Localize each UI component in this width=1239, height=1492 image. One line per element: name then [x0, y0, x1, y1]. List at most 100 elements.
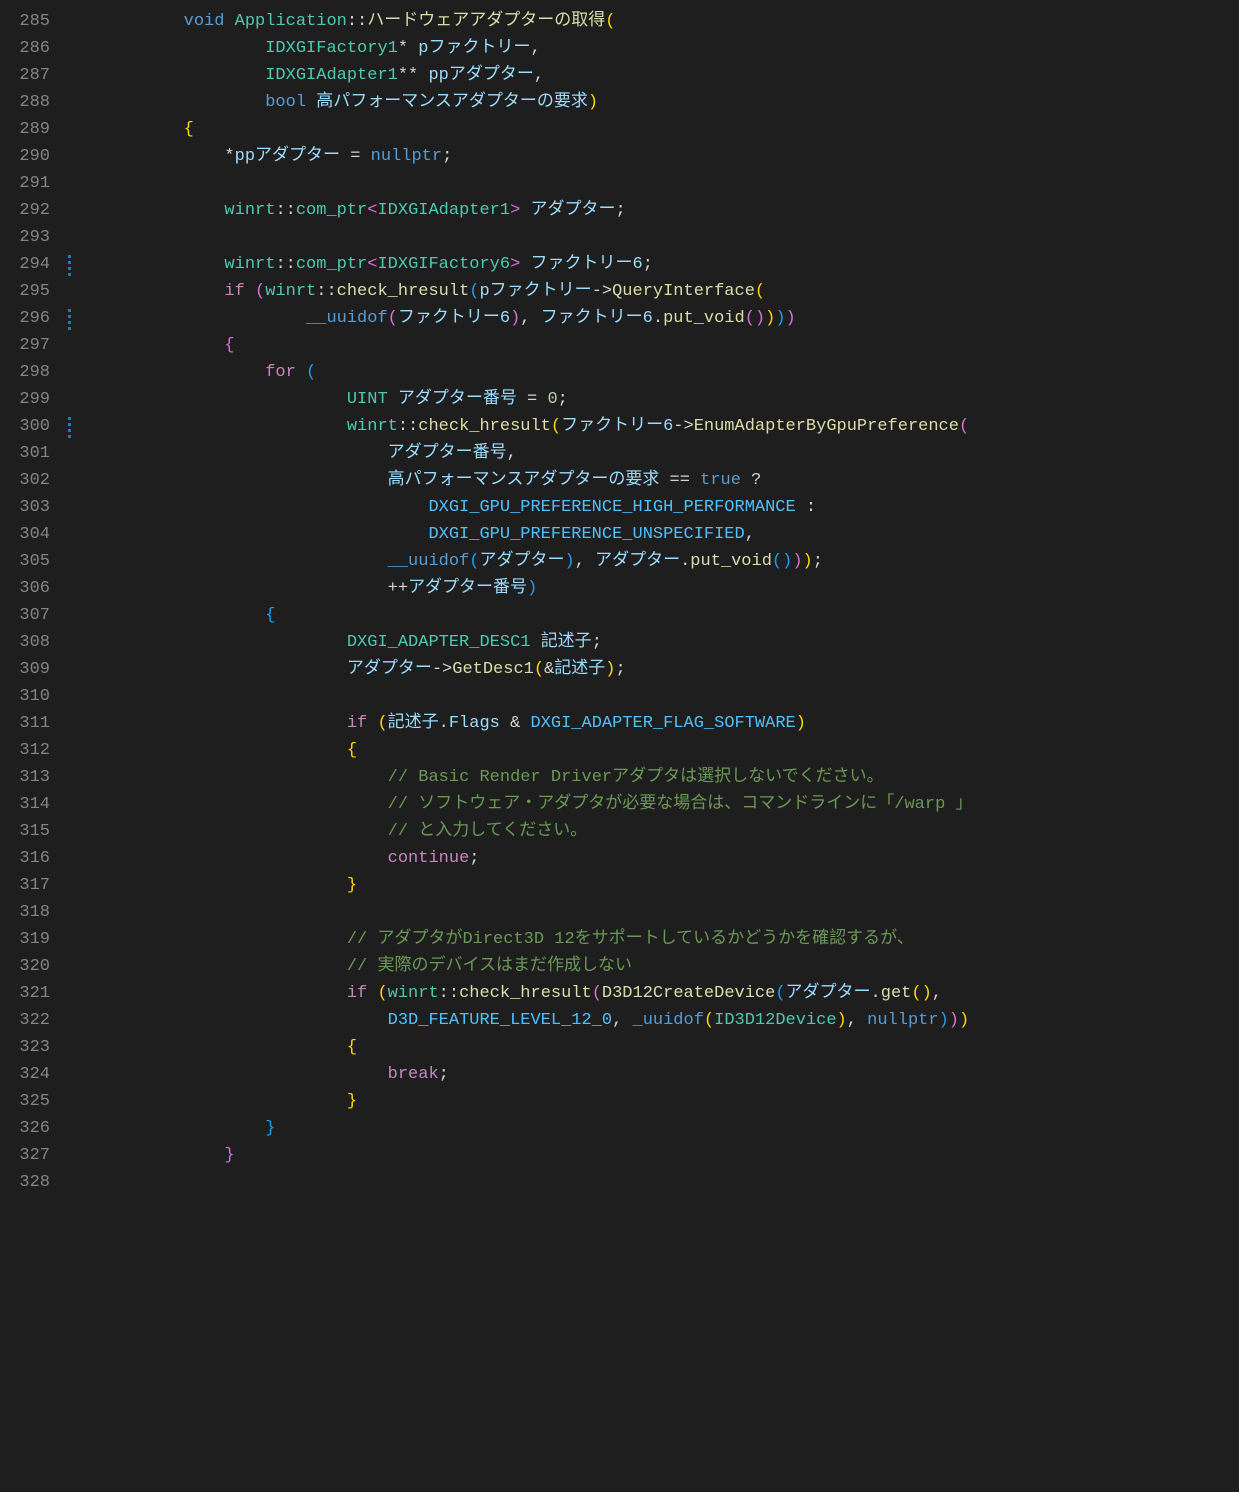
token-ctrl: if	[224, 282, 244, 301]
line-number: 301	[8, 440, 50, 467]
token-var: アダプター	[531, 201, 616, 220]
code-line[interactable]: void Application::ハードウェアアダプターの取得(	[102, 8, 972, 35]
line-number: 322	[8, 1007, 50, 1034]
fold-slot	[74, 224, 92, 251]
fold-slot	[74, 845, 92, 872]
token-op: ,	[530, 39, 540, 58]
code-line[interactable]: {	[102, 1034, 972, 1061]
token-type: IDXGIFactory6	[377, 255, 510, 274]
token-op: ;	[615, 660, 625, 679]
code-line[interactable]	[102, 224, 972, 251]
token-type: winrt	[388, 984, 439, 1003]
token-op: ::	[275, 201, 295, 220]
token-var: ppアダプター	[235, 147, 340, 166]
line-number: 321	[8, 980, 50, 1007]
token-op: ::	[275, 255, 295, 274]
code-line[interactable]: if (記述子.Flags & DXGI_ADAPTER_FLAG_SOFTWA…	[102, 710, 972, 737]
fold-slot	[74, 899, 92, 926]
code-line[interactable]: {	[102, 737, 972, 764]
token-brace1: (	[377, 714, 387, 733]
code-line[interactable]: }	[102, 872, 972, 899]
token-brace2: )	[510, 309, 520, 328]
line-number-gutter: 2852862872882892902912922932942952962972…	[0, 0, 68, 1204]
code-line[interactable]: 高パフォーマンスアダプターの要求 == true ?	[102, 467, 972, 494]
token-brace2: )	[786, 309, 796, 328]
code-line[interactable]: // 実際のデバイスはまだ作成しない	[102, 953, 972, 980]
token-var: Flags	[449, 714, 500, 733]
code-line[interactable]: アダプター->GetDesc1(&記述子);	[102, 656, 972, 683]
token-fn: QueryInterface	[612, 282, 755, 301]
fold-slot	[74, 332, 92, 359]
token-const: DXGI_GPU_PREFERENCE_UNSPECIFIED	[428, 525, 744, 544]
code-line[interactable]: {	[102, 602, 972, 629]
token-op	[530, 633, 540, 652]
code-line[interactable]: {	[102, 332, 972, 359]
code-line[interactable]: winrt::com_ptr<IDXGIFactory6> ファクトリー6;	[102, 251, 972, 278]
line-number: 325	[8, 1088, 50, 1115]
code-line[interactable]: {	[102, 116, 972, 143]
code-line[interactable]	[102, 683, 972, 710]
code-line[interactable]	[102, 170, 972, 197]
code-line[interactable]: DXGI_ADAPTER_DESC1 記述子;	[102, 629, 972, 656]
code-line[interactable]: __uuidof(アダプター), アダプター.put_void()));	[102, 548, 972, 575]
line-number: 309	[8, 656, 50, 683]
token-op	[367, 984, 377, 1003]
code-line[interactable]: __uuidof(ファクトリー6), ファクトリー6.put_void())))	[102, 305, 972, 332]
token-fn: check_hresult	[337, 282, 470, 301]
token-brace2: (	[592, 984, 602, 1003]
code-line[interactable]: DXGI_GPU_PREFERENCE_UNSPECIFIED,	[102, 521, 972, 548]
code-line[interactable]: continue;	[102, 845, 972, 872]
code-editor[interactable]: 2852862872882892902912922932942952962972…	[0, 0, 1239, 1204]
token-var: pファクトリー	[479, 282, 591, 301]
code-line[interactable]: break;	[102, 1061, 972, 1088]
code-line[interactable]: winrt::com_ptr<IDXGIAdapter1> アダプター;	[102, 197, 972, 224]
code-line[interactable]: DXGI_GPU_PREFERENCE_HIGH_PERFORMANCE :	[102, 494, 972, 521]
token-op: ;	[558, 390, 568, 409]
code-line[interactable]: D3D_FEATURE_LEVEL_12_0, _uuidof(ID3D12De…	[102, 1007, 972, 1034]
code-line[interactable]	[102, 899, 972, 926]
code-line[interactable]: for (	[102, 359, 972, 386]
code-line[interactable]	[102, 1169, 972, 1196]
code-line[interactable]: }	[102, 1142, 972, 1169]
fold-column	[74, 0, 92, 1204]
code-line[interactable]: IDXGIFactory1* pファクトリー,	[102, 35, 972, 62]
line-number: 294	[8, 251, 50, 278]
code-line[interactable]: // Basic Render Driverアダプタは選択しないでください。	[102, 764, 972, 791]
line-number: 313	[8, 764, 50, 791]
fold-slot	[74, 1169, 92, 1196]
token-op: ;	[616, 201, 626, 220]
code-line[interactable]: アダプター番号,	[102, 440, 972, 467]
code-line[interactable]: }	[102, 1088, 972, 1115]
token-brace3: )	[527, 579, 537, 598]
code-line[interactable]: }	[102, 1115, 972, 1142]
code-line[interactable]: bool 高パフォーマンスアダプターの要求)	[102, 89, 972, 116]
token-kw: nullptr	[371, 147, 442, 166]
line-number: 320	[8, 953, 50, 980]
code-line[interactable]: ++アダプター番号)	[102, 575, 972, 602]
code-line[interactable]: // と入力してください。	[102, 818, 972, 845]
code-line[interactable]: if (winrt::check_hresult(pファクトリー->QueryI…	[102, 278, 972, 305]
code-line[interactable]: // アダプタがDirect3D 12をサポートしているかどうかを確認するが、	[102, 926, 972, 953]
code-line[interactable]: IDXGIAdapter1** ppアダプター,	[102, 62, 972, 89]
git-modified-indicator	[68, 253, 71, 276]
fold-slot	[74, 926, 92, 953]
code-line[interactable]: winrt::check_hresult(ファクトリー6->EnumAdapte…	[102, 413, 972, 440]
line-number: 292	[8, 197, 50, 224]
line-number: 327	[8, 1142, 50, 1169]
token-op: &	[500, 714, 531, 733]
token-brace3: )	[564, 552, 574, 571]
token-op: .	[871, 984, 881, 1003]
token-op: ;	[442, 147, 452, 166]
token-op: ,	[507, 444, 517, 463]
token-var: ファクトリー6	[541, 309, 653, 328]
line-number: 317	[8, 872, 50, 899]
token-brace1: (	[551, 417, 561, 436]
code-area[interactable]: void Application::ハードウェアアダプターの取得( IDXGIF…	[92, 0, 972, 1204]
line-number: 298	[8, 359, 50, 386]
code-line[interactable]: *ppアダプター = nullptr;	[102, 143, 972, 170]
code-line[interactable]: // ソフトウェア・アダプタが必要な場合は、コマンドラインに「/warp 」	[102, 791, 972, 818]
code-line[interactable]: if (winrt::check_hresult(D3D12CreateDevi…	[102, 980, 972, 1007]
fold-slot	[74, 764, 92, 791]
token-const: DXGI_ADAPTER_FLAG_SOFTWARE	[530, 714, 795, 733]
code-line[interactable]: UINT アダプター番号 = 0;	[102, 386, 972, 413]
